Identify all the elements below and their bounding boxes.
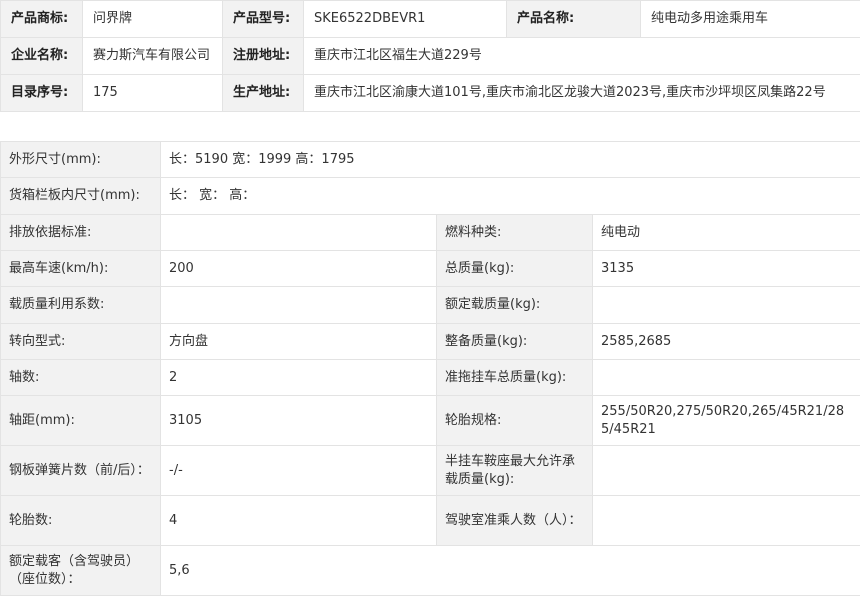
rated-load-label: 额定载质量(kg): (436, 286, 593, 324)
curb-weight-value: 2585,2685 (591, 323, 860, 360)
table-row: 排放依据标准: 燃料种类: 纯电动 (0, 214, 860, 251)
wheelbase-label: 轴距(mm): (0, 395, 161, 446)
table-row: 外形尺寸(mm): 长：5190 宽：1999 高：1795 (0, 141, 860, 178)
product-name-value: 纯电动多用途乘用车 (640, 0, 860, 38)
cab-capacity-label: 驾驶室准乘人数（人）： (436, 495, 593, 546)
saddle-load-value (591, 445, 860, 496)
seat-capacity-value: 5,6 (159, 545, 860, 596)
curb-weight-label: 整备质量(kg): (436, 323, 593, 360)
seat-capacity-label: 额定载客（含驾驶员）（座位数）： (0, 545, 161, 596)
tire-count-label: 轮胎数: (0, 495, 161, 546)
company-label: 企业名称: (0, 37, 83, 75)
leaf-spring-value: -/- (160, 445, 437, 496)
tire-spec-value: 255/50R20,275/50R20,265/45R21/285/45R21 (591, 395, 860, 446)
table-row: 最高车速(km/h): 200 总质量(kg): 3135 (0, 250, 860, 287)
leaf-spring-label: 钢板弹簧片数（前/后）： (0, 445, 161, 496)
emission-standard-label: 排放依据标准: (0, 214, 161, 251)
table-row: 额定载客（含驾驶员）（座位数）： 5,6 (0, 545, 860, 596)
table-row: 载质量利用系数: 额定载质量(kg): (0, 286, 860, 324)
dimensions-value: 长：5190 宽：1999 高：1795 (159, 141, 860, 178)
cab-capacity-value (591, 495, 860, 546)
table-row: 转向型式: 方向盘 整备质量(kg): 2585,2685 (0, 323, 860, 360)
catalog-number-value: 175 (82, 74, 223, 112)
dimensions-label: 外形尺寸(mm): (0, 141, 161, 178)
product-name-label: 产品名称: (506, 0, 641, 38)
company-value: 赛力斯汽车有限公司 (82, 37, 223, 75)
catalog-number-label: 目录序号: (0, 74, 83, 112)
total-mass-value: 3135 (591, 250, 860, 287)
trailer-mass-label: 准拖挂车总质量(kg): (436, 359, 593, 396)
steering-type-value: 方向盘 (160, 323, 437, 360)
rated-load-value (591, 286, 860, 324)
table-row: 钢板弹簧片数（前/后）： -/- 半挂车鞍座最大允许承载质量(kg): (0, 445, 860, 496)
axle-count-label: 轴数: (0, 359, 161, 396)
table-row: 货箱栏板内尺寸(mm): 长： 宽： 高： (0, 177, 860, 215)
table-row: 产品商标: 问界牌 产品型号: SKE6522DBEVR1 产品名称: 纯电动多… (0, 0, 860, 38)
table-row: 轮胎数: 4 驾驶室准乘人数（人）： (0, 495, 860, 546)
brand-value: 问界牌 (82, 0, 223, 38)
axle-count-value: 2 (160, 359, 437, 396)
load-factor-label: 载质量利用系数: (0, 286, 161, 324)
total-mass-label: 总质量(kg): (436, 250, 593, 287)
fuel-type-value: 纯电动 (591, 214, 860, 251)
product-info-table: 产品商标: 问界牌 产品型号: SKE6522DBEVR1 产品名称: 纯电动多… (0, 0, 860, 112)
cargo-box-label: 货箱栏板内尺寸(mm): (0, 177, 161, 215)
table-row: 目录序号: 175 生产地址: 重庆市江北区渝康大道101号,重庆市渝北区龙骏大… (0, 74, 860, 112)
cargo-box-value: 长： 宽： 高： (159, 177, 860, 215)
table-row: 轴数: 2 准拖挂车总质量(kg): (0, 359, 860, 396)
table-row: 企业名称: 赛力斯汽车有限公司 注册地址: 重庆市江北区福生大道229号 (0, 37, 860, 75)
table-row: 轴距(mm): 3105 轮胎规格: 255/50R20,275/50R20,2… (0, 395, 860, 446)
model-value: SKE6522DBEVR1 (303, 0, 507, 38)
wheelbase-value: 3105 (160, 395, 437, 446)
saddle-load-label: 半挂车鞍座最大允许承载质量(kg): (436, 445, 593, 496)
max-speed-value: 200 (160, 250, 437, 287)
fuel-type-label: 燃料种类: (436, 214, 593, 251)
max-speed-label: 最高车速(km/h): (0, 250, 161, 287)
production-address-label: 生产地址: (222, 74, 304, 112)
trailer-mass-value (591, 359, 860, 396)
vehicle-spec-table: 外形尺寸(mm): 长：5190 宽：1999 高：1795 货箱栏板内尺寸(m… (0, 141, 860, 596)
steering-type-label: 转向型式: (0, 323, 161, 360)
tire-count-value: 4 (160, 495, 437, 546)
load-factor-value (160, 286, 437, 324)
model-label: 产品型号: (222, 0, 304, 38)
tire-spec-label: 轮胎规格: (436, 395, 593, 446)
registered-address-value: 重庆市江北区福生大道229号 (303, 37, 860, 75)
production-address-value: 重庆市江北区渝康大道101号,重庆市渝北区龙骏大道2023号,重庆市沙坪坝区凤集… (303, 74, 860, 112)
emission-standard-value (160, 214, 437, 251)
brand-label: 产品商标: (0, 0, 83, 38)
registered-address-label: 注册地址: (222, 37, 304, 75)
